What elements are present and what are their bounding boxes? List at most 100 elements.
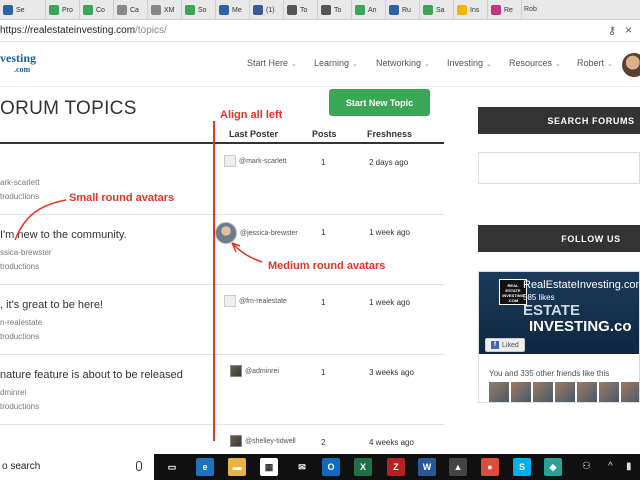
topic-title[interactable]: , it's great to be here!: [0, 299, 103, 311]
page-title: ORUM TOPICS: [0, 98, 137, 119]
browser-tab[interactable]: To: [318, 0, 352, 19]
topic-row[interactable]: ark-scarlett troductions @mark-scarlett 1 2 …: [0, 145, 444, 215]
poster-avatar[interactable]: [224, 155, 236, 167]
tab-label: (1): [266, 6, 275, 14]
browser-tab[interactable]: Ru: [386, 0, 420, 19]
topic-row[interactable]: nature feature is about to be released dm…: [0, 355, 444, 425]
filezilla-icon[interactable]: Z: [387, 458, 405, 476]
browser-tab[interactable]: To: [284, 0, 318, 19]
people-icon[interactable]: ⚇: [582, 461, 591, 472]
topic-author[interactable]: n-realestate: [0, 318, 42, 327]
topic-forum[interactable]: troductions: [0, 192, 39, 201]
edge-icon[interactable]: e: [196, 458, 214, 476]
friend-avatar[interactable]: [511, 382, 531, 402]
fb-page-name[interactable]: RealEstateInvesting.com: [523, 279, 639, 291]
start-new-topic-button[interactable]: Start New Topic: [329, 89, 430, 116]
microphone-icon[interactable]: [136, 461, 142, 471]
tab-favicon-icon: [83, 5, 93, 15]
last-poster[interactable]: @adminrei: [230, 365, 279, 377]
taskbar-search-text: o search: [2, 461, 41, 472]
facebook-cover-image: REAL ESTATE INVESTING .COM RealEstateInv…: [479, 272, 639, 354]
tab-label: XM: [164, 6, 175, 14]
user-avatar[interactable]: [622, 53, 640, 77]
friend-avatar[interactable]: [621, 382, 639, 402]
url-host: https://realestateinvesting.com: [0, 25, 136, 36]
browser-tab[interactable]: Co: [80, 0, 114, 19]
url-text[interactable]: https://realestateinvesting.com/topics/: [0, 25, 167, 36]
friend-avatar[interactable]: [555, 382, 575, 402]
profile-name[interactable]: Rob: [522, 0, 539, 19]
topic-forum[interactable]: troductions: [0, 402, 39, 411]
nav-investing[interactable]: Investing ⌄: [447, 58, 492, 68]
poster-avatar[interactable]: [224, 295, 236, 307]
word-icon[interactable]: W: [418, 458, 436, 476]
address-bar[interactable]: https://realestateinvesting.com/topics/ …: [0, 20, 640, 42]
browser-tab[interactable]: Se: [0, 0, 46, 19]
topic-forum[interactable]: troductions: [0, 332, 39, 341]
browser-tab[interactable]: Ins: [454, 0, 488, 19]
taskbar-search-box[interactable]: o search: [0, 454, 154, 480]
browser-tab[interactable]: (1): [250, 0, 284, 19]
topic-author[interactable]: dminrei: [0, 388, 26, 397]
last-poster[interactable]: @shelley-tidwell: [230, 435, 296, 447]
last-poster[interactable]: @mark-scarlett: [224, 155, 287, 167]
mail-icon[interactable]: ✉: [293, 458, 311, 476]
photos-icon[interactable]: ▲: [449, 458, 467, 476]
browser-tab[interactable]: Sa: [420, 0, 454, 19]
topic-author[interactable]: ark-scarlett: [0, 178, 40, 187]
fb-liked-button[interactable]: f Liked: [485, 338, 525, 352]
task-view-icon[interactable]: ▭: [163, 458, 181, 476]
nav-networking[interactable]: Networking ⌄: [376, 58, 430, 68]
browser-tab[interactable]: XM: [148, 0, 182, 19]
browser-tab[interactable]: An: [352, 0, 386, 19]
forum-search-input[interactable]: [478, 152, 640, 184]
site-logo[interactable]: vesting .com: [0, 52, 36, 75]
freshness-link[interactable]: 1 week ago: [369, 298, 410, 307]
freshness-link[interactable]: 1 week ago: [369, 228, 410, 237]
last-poster[interactable]: @fm-realestate: [224, 295, 287, 307]
chevron-down-icon: ⌄: [607, 61, 613, 68]
poster-avatar[interactable]: [215, 222, 237, 244]
nav-resources[interactable]: Resources ⌄: [509, 58, 561, 68]
friend-avatar[interactable]: [489, 382, 509, 402]
chrome-icon[interactable]: ●: [481, 458, 499, 476]
browser-tab[interactable]: Me: [216, 0, 250, 19]
freshness-link[interactable]: 3 weeks ago: [369, 368, 414, 377]
tab-label: Ru: [402, 6, 411, 14]
tab-favicon-icon: [457, 5, 467, 15]
freshness-link[interactable]: 4 weeks ago: [369, 438, 414, 447]
topic-row[interactable]: I'm new to the community. ssica-brewster t…: [0, 215, 444, 285]
store-icon[interactable]: ▦: [260, 458, 278, 476]
poster-avatar[interactable]: [230, 435, 242, 447]
nav-label: Start Here: [247, 58, 289, 68]
outlook-icon[interactable]: O: [322, 458, 340, 476]
chevron-up-icon[interactable]: ^: [608, 461, 613, 472]
key-icon[interactable]: ⚷: [608, 24, 616, 37]
browser-tab[interactable]: Pro: [46, 0, 80, 19]
nav-start-here[interactable]: Start Here ⌄: [247, 58, 297, 68]
nav-learning[interactable]: Learning ⌄: [314, 58, 358, 68]
excel-icon[interactable]: X: [354, 458, 372, 476]
skype-icon[interactable]: S: [513, 458, 531, 476]
friend-avatar[interactable]: [577, 382, 597, 402]
nav-user-menu[interactable]: Robert ⌄: [577, 58, 613, 68]
topic-title[interactable]: I'm new to the community.: [0, 229, 127, 241]
topic-row[interactable]: , it's great to be here! n-realestate trod…: [0, 285, 444, 355]
topic-title[interactable]: nature feature is about to be released: [0, 369, 183, 381]
topic-author[interactable]: ssica-brewster: [0, 248, 52, 257]
network-icon[interactable]: ▮: [626, 461, 632, 472]
friend-avatar[interactable]: [599, 382, 619, 402]
poster-avatar[interactable]: [230, 365, 242, 377]
friend-avatar[interactable]: [533, 382, 553, 402]
facebook-page-widget[interactable]: REAL ESTATE INVESTING .COM RealEstateInv…: [478, 271, 640, 403]
browser-tab[interactable]: Ca: [114, 0, 148, 19]
file-explorer-icon[interactable]: ▬: [228, 458, 246, 476]
close-icon[interactable]: ×: [625, 23, 632, 37]
topic-forum[interactable]: troductions: [0, 262, 39, 271]
browser-tab[interactable]: Re: [488, 0, 522, 19]
last-poster[interactable]: @jessica-brewster: [215, 222, 298, 244]
freshness-link[interactable]: 2 days ago: [369, 158, 408, 167]
table-header-divider: [0, 142, 444, 144]
browser-tab[interactable]: So: [182, 0, 216, 19]
app-icon[interactable]: ◆: [544, 458, 562, 476]
